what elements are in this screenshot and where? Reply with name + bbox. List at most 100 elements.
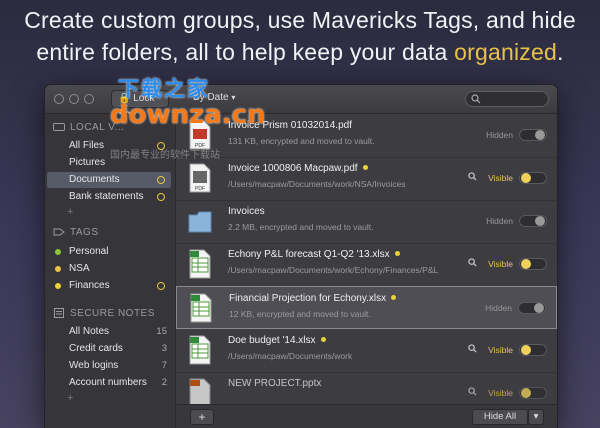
pptx-icon bbox=[189, 378, 211, 404]
eye-ring-icon bbox=[157, 282, 165, 290]
file-name-text: Financial Projection for Echony.xlsx bbox=[229, 293, 387, 304]
eye-ring-icon bbox=[157, 193, 165, 201]
svg-text:PDF: PDF bbox=[195, 186, 205, 192]
sidebar-item-label: All Notes bbox=[69, 326, 110, 337]
visibility-label: Visible bbox=[488, 173, 513, 183]
item-count: 3 bbox=[161, 343, 167, 354]
watermark-url: downza.cn bbox=[110, 100, 266, 130]
tag-icon bbox=[53, 228, 65, 236]
reveal-magnifier-icon[interactable] bbox=[468, 387, 477, 396]
file-name: Doe budget '14.xlsx bbox=[228, 335, 326, 346]
tag-color-dot bbox=[55, 283, 61, 289]
sidebar-item-documents[interactable]: Documents bbox=[47, 172, 171, 188]
xlsx-icon bbox=[190, 293, 212, 323]
reveal-magnifier-icon[interactable] bbox=[468, 258, 477, 267]
sidebar-item-label: Personal bbox=[69, 246, 109, 257]
headline-period: . bbox=[556, 39, 564, 65]
app-window: 🔒 Lock App By Date ▾ LOCAL V... All File… bbox=[45, 85, 557, 428]
toggle-knob bbox=[535, 216, 545, 226]
sidebar-item-bank-statements[interactable]: Bank statements bbox=[47, 189, 171, 205]
sidebar-item-tag-personal[interactable]: Personal bbox=[47, 244, 171, 260]
headline: Create custom groups, use Mavericks Tags… bbox=[0, 4, 600, 68]
tag-color-dot bbox=[55, 266, 61, 272]
zoom-window-button[interactable] bbox=[84, 94, 94, 104]
file-name: Financial Projection for Echony.xlsx bbox=[229, 293, 397, 304]
visibility-toggle[interactable] bbox=[518, 302, 546, 314]
item-count: 2 bbox=[161, 377, 167, 388]
add-group-button[interactable]: + bbox=[67, 206, 73, 218]
sidebar-item-label: NSA bbox=[69, 263, 90, 274]
add-note-button[interactable]: + bbox=[67, 392, 73, 404]
hide-all-menu-button[interactable]: ▾ bbox=[528, 409, 544, 425]
visibility-label: Visible bbox=[488, 259, 513, 269]
toggle-knob bbox=[534, 303, 544, 313]
file-name-text: Invoices bbox=[228, 206, 265, 217]
file-row[interactable]: Doe budget '14.xlsx /Users/macpaw/Docume… bbox=[176, 329, 557, 373]
file-row[interactable]: PDF Invoice 1000806 Macpaw.pdf /Users/ma… bbox=[176, 157, 557, 201]
sidebar-item-tag-finances[interactable]: Finances bbox=[47, 278, 171, 294]
hide-all-button[interactable]: Hide All bbox=[472, 409, 528, 425]
file-row[interactable]: NEW PROJECT.pptx Visible bbox=[176, 372, 557, 404]
headline-line-2-text: entire folders, all to help keep your da… bbox=[36, 39, 455, 65]
sidebar-item-label: Bank statements bbox=[69, 191, 144, 202]
file-subtitle: 12 KB, encrypted and moved to vault. bbox=[229, 309, 371, 319]
search-input[interactable] bbox=[465, 91, 549, 107]
visibility-label: Visible bbox=[488, 345, 513, 355]
file-list: PDF Invoice Prism 01032014.pdf 131 KB, e… bbox=[176, 114, 557, 404]
sidebar-item-credit-cards[interactable]: Credit cards 3 bbox=[47, 341, 171, 357]
file-row[interactable]: Invoices 2.2 MB, encrypted and moved to … bbox=[176, 200, 557, 244]
tag-dot bbox=[320, 337, 326, 342]
note-icon bbox=[54, 308, 64, 318]
sidebar-item-web-logins[interactable]: Web logins 7 bbox=[47, 358, 171, 374]
file-row[interactable]: Echony P&L forecast Q1-Q2 '13.xlsx /User… bbox=[176, 243, 557, 287]
sidebar-item-label: Account numbers bbox=[69, 377, 147, 388]
file-name-text: Invoice 1000806 Macpaw.pdf bbox=[228, 163, 358, 174]
sidebar-item-all-notes[interactable]: All Notes 15 bbox=[47, 324, 171, 340]
drive-icon bbox=[53, 123, 65, 131]
eye-ring-icon bbox=[157, 176, 165, 184]
close-window-button[interactable] bbox=[54, 94, 64, 104]
watermark-logo-text: 下载之家 bbox=[118, 77, 210, 101]
sidebar-header-tags: TAGS bbox=[53, 227, 98, 238]
file-name-text: NEW PROJECT.pptx bbox=[228, 378, 322, 389]
sidebar-header-secure-notes: SECURE NOTES bbox=[53, 308, 155, 319]
visibility-toggle[interactable] bbox=[519, 172, 547, 184]
visibility-label: Hidden bbox=[486, 216, 513, 226]
notes-header-label: SECURE NOTES bbox=[70, 308, 155, 319]
headline-accent-word: organized bbox=[454, 39, 557, 65]
tags-header-label: TAGS bbox=[70, 227, 99, 238]
file-row-selected[interactable]: Financial Projection for Echony.xlsx 12 … bbox=[176, 286, 557, 329]
add-file-button[interactable]: + bbox=[190, 409, 214, 425]
reveal-magnifier-icon[interactable] bbox=[468, 172, 477, 181]
bottom-toolbar: + Hide All ▾ bbox=[176, 404, 557, 428]
sidebar-item-account-numbers[interactable]: Account numbers 2 bbox=[47, 375, 171, 391]
visibility-toggle[interactable] bbox=[519, 344, 547, 356]
visibility-label: Hidden bbox=[486, 130, 513, 140]
xlsx-icon bbox=[189, 249, 211, 279]
tag-dot bbox=[391, 295, 397, 300]
file-name-text: Echony P&L forecast Q1-Q2 '13.xlsx bbox=[228, 249, 390, 260]
file-name: Invoices bbox=[228, 206, 265, 217]
sidebar-item-label: All Files bbox=[69, 140, 105, 151]
visibility-toggle[interactable] bbox=[519, 129, 547, 141]
visibility-label: Visible bbox=[488, 388, 513, 398]
visibility-toggle[interactable] bbox=[519, 215, 547, 227]
sidebar-item-tag-nsa[interactable]: NSA bbox=[47, 261, 171, 277]
sidebar-item-label: Documents bbox=[69, 174, 120, 185]
sidebar-item-label: Web logins bbox=[69, 360, 119, 371]
pdf-icon: PDF bbox=[189, 163, 211, 193]
xlsx-icon bbox=[189, 335, 211, 365]
folder-icon bbox=[188, 211, 212, 233]
visibility-toggle[interactable] bbox=[519, 258, 547, 270]
reveal-magnifier-icon[interactable] bbox=[468, 344, 477, 353]
visibility-toggle[interactable] bbox=[519, 387, 547, 399]
file-subtitle: /Users/macpaw/Documents/work/Echony/Fina… bbox=[228, 265, 439, 275]
headline-line-2: entire folders, all to help keep your da… bbox=[0, 36, 600, 68]
file-name-text: Doe budget '14.xlsx bbox=[228, 335, 316, 346]
file-name: NEW PROJECT.pptx bbox=[228, 378, 321, 389]
file-name: Invoice 1000806 Macpaw.pdf bbox=[228, 163, 368, 174]
minimize-window-button[interactable] bbox=[69, 94, 79, 104]
file-subtitle: 2.2 MB, encrypted and moved to vault. bbox=[228, 222, 374, 232]
search-icon bbox=[471, 94, 481, 104]
tag-dot bbox=[362, 165, 368, 170]
